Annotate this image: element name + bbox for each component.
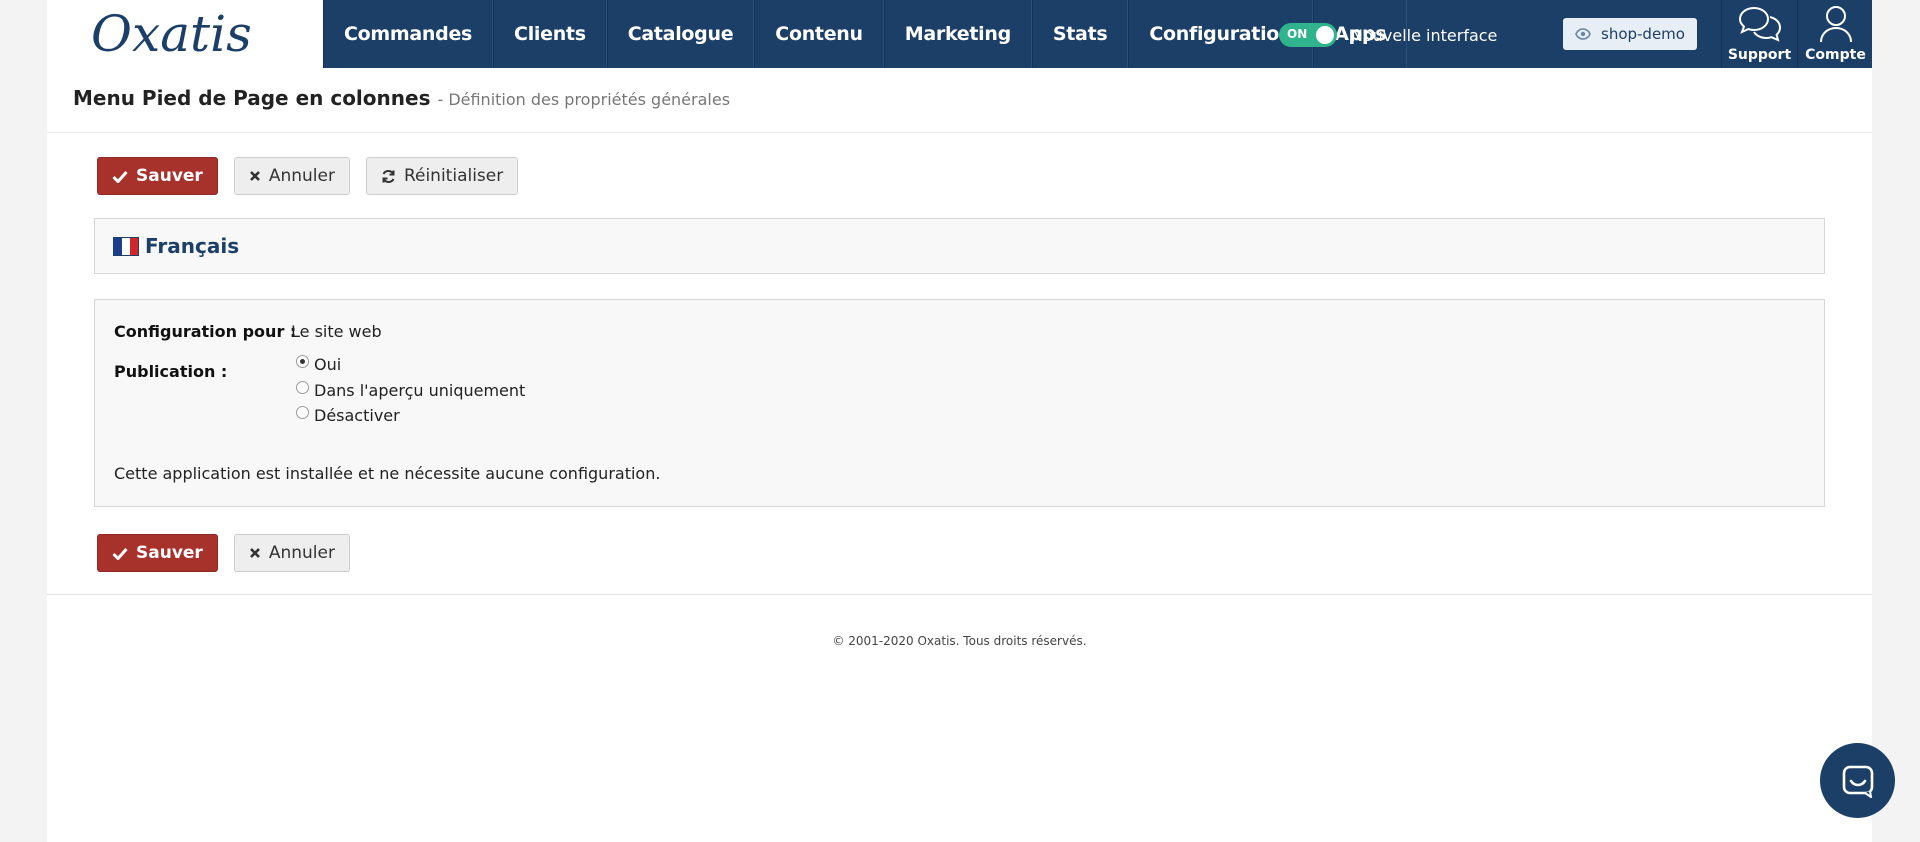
close-icon <box>249 547 261 559</box>
chat-bubbles-icon <box>1738 6 1781 42</box>
check-icon <box>112 547 128 560</box>
reset-button[interactable]: Réinitialiser <box>365 157 519 195</box>
new-interface-toggle-area: ON Nouvelle interface <box>1279 22 1497 48</box>
french-flag-icon <box>113 236 139 256</box>
toggle-state: ON <box>1287 27 1308 41</box>
support-button[interactable]: Support <box>1721 0 1797 68</box>
reset-label: Réinitialiser <box>403 166 504 186</box>
new-interface-toggle[interactable]: ON <box>1279 23 1337 47</box>
check-icon <box>112 170 128 183</box>
page-title-main: Menu Pied de Page en colonnes <box>73 86 431 110</box>
shop-name: shop-demo <box>1601 25 1685 43</box>
page-subtitle: - Définition des propriétés générales <box>437 90 731 109</box>
shop-preview-button[interactable]: shop-demo <box>1563 18 1697 50</box>
radio-oui-label: Oui <box>314 355 342 374</box>
svg-text:Oxatis: Oxatis <box>91 8 252 60</box>
oxatis-logo-icon: Oxatis <box>91 8 252 60</box>
configuration-panel: Configuration pour : Le site web Publica… <box>94 299 1825 507</box>
main-nav: Commandes Clients Catalogue Contenu Mark… <box>323 0 1408 68</box>
publication-label: Publication : <box>114 362 228 381</box>
toggle-label: Nouvelle interface <box>1351 25 1498 45</box>
top-action-bar: Sauver Annuler Réinitialiser <box>97 157 534 195</box>
page-title: Menu Pied de Page en colonnes - Définiti… <box>73 86 730 110</box>
cancel-label: Annuler <box>268 166 335 186</box>
toggle-knob <box>1316 26 1334 44</box>
bottom-action-bar: Sauver Annuler <box>97 534 366 572</box>
footer-divider <box>47 594 1872 595</box>
config-for-label: Configuration pour : <box>114 322 297 341</box>
user-icon <box>1819 6 1852 43</box>
nav-marketing[interactable]: Marketing <box>883 0 1032 68</box>
support-label: Support <box>1727 47 1792 63</box>
cancel-button-top[interactable]: Annuler <box>233 157 350 195</box>
account-button[interactable]: Compte <box>1797 0 1873 68</box>
config-note: Cette application est installée et ne né… <box>114 464 661 483</box>
nav-contenu[interactable]: Contenu <box>754 0 884 68</box>
close-icon <box>249 170 261 182</box>
nav-clients[interactable]: Clients <box>493 0 607 68</box>
nav-catalogue[interactable]: Catalogue <box>606 0 755 68</box>
cancel-button-bottom[interactable]: Annuler <box>233 534 350 572</box>
nav-commandes[interactable]: Commandes <box>323 0 494 68</box>
radio-preview[interactable] <box>296 381 309 394</box>
logo[interactable]: Oxatis <box>47 0 323 68</box>
top-navigation-bar: Oxatis Commandes Clients Catalogue Conte… <box>47 0 1872 68</box>
page-container: Oxatis Commandes Clients Catalogue Conte… <box>47 0 1872 842</box>
radio-oui[interactable] <box>296 355 309 368</box>
copyright: © 2001-2020 Oxatis. Tous droits réservés… <box>832 634 1087 648</box>
publication-option-disable[interactable]: Désactiver <box>296 406 400 425</box>
refresh-icon <box>381 169 396 184</box>
chat-launcher-button[interactable] <box>1820 743 1895 818</box>
language-label[interactable]: Français <box>145 234 239 258</box>
save-label: Sauver <box>136 543 203 563</box>
eye-icon <box>1575 28 1591 40</box>
account-label: Compte <box>1805 47 1866 63</box>
radio-disable[interactable] <box>296 406 309 419</box>
radio-disable-label: Désactiver <box>314 406 400 425</box>
title-divider <box>47 132 1872 133</box>
publication-option-oui[interactable]: Oui <box>296 355 341 374</box>
save-label: Sauver <box>136 166 203 186</box>
publication-option-preview[interactable]: Dans l'aperçu uniquement <box>296 381 525 400</box>
radio-preview-label: Dans l'aperçu uniquement <box>314 381 526 400</box>
chat-icon <box>1842 765 1873 798</box>
nav-stats[interactable]: Stats <box>1031 0 1129 68</box>
config-for-value: Le site web <box>291 322 382 341</box>
save-button-top[interactable]: Sauver <box>97 157 218 195</box>
save-button-bottom[interactable]: Sauver <box>97 534 218 572</box>
cancel-label: Annuler <box>268 543 335 563</box>
language-panel: Français <box>94 218 1825 274</box>
